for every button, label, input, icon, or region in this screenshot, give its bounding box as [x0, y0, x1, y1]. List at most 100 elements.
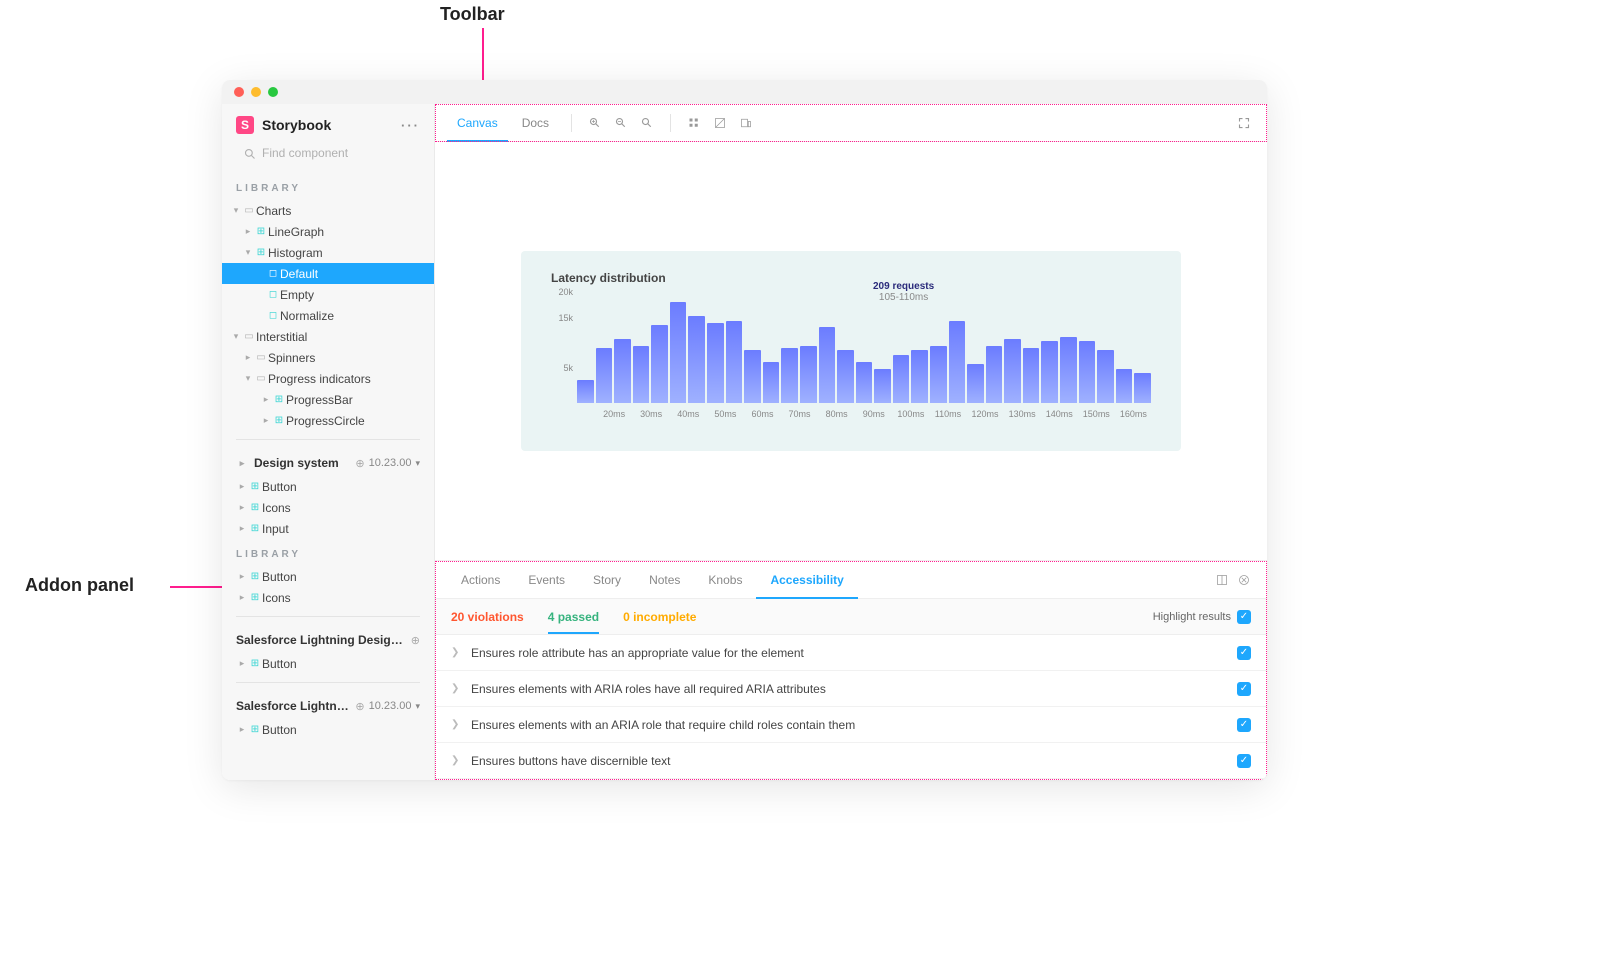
- tree-label: Spinners: [268, 351, 426, 365]
- zoom-reset-icon[interactable]: [636, 116, 658, 130]
- bookmark-icon: ◻: [266, 310, 280, 321]
- folder-icon: ▭: [254, 352, 268, 363]
- tree-label: Normalize: [280, 309, 426, 323]
- component-icon: ⊞: [248, 523, 262, 534]
- caret-icon: ▸: [242, 352, 254, 363]
- tree-folder-charts[interactable]: ▾ ▭ Charts: [222, 200, 434, 221]
- window-maximize-button[interactable]: [268, 87, 278, 97]
- addon-tab-knobs[interactable]: Knobs: [694, 561, 756, 599]
- fullscreen-icon[interactable]: [1233, 116, 1255, 130]
- tree-label: Interstitial: [256, 330, 426, 344]
- tab-canvas[interactable]: Canvas: [447, 104, 508, 142]
- globe-icon: ⊕: [411, 634, 420, 647]
- chart-bar: [744, 350, 761, 403]
- caret-icon: ▾: [242, 247, 254, 258]
- a11y-rule-row[interactable]: ❯Ensures buttons have discernible text✓: [435, 743, 1267, 779]
- component-icon: ⊞: [254, 247, 268, 258]
- chevron-right-icon: ❯: [451, 683, 461, 694]
- a11y-rule-checkbox[interactable]: ✓: [1237, 682, 1251, 696]
- a11y-passed-tab[interactable]: 4 passed: [548, 610, 599, 632]
- group-version: 10.23.00: [369, 700, 412, 712]
- x-tick: 40ms: [671, 409, 706, 419]
- tree-component-icons[interactable]: ▸⊞Icons: [222, 587, 434, 608]
- tree-component-progressbar[interactable]: ▸ ⊞ ProgressBar: [222, 389, 434, 410]
- storybook-logo: S: [236, 116, 254, 134]
- window-titlebar: [222, 80, 1267, 104]
- a11y-rule-checkbox[interactable]: ✓: [1237, 718, 1251, 732]
- x-tick: 110ms: [930, 409, 965, 419]
- tree-component-button[interactable]: ▸⊞Button: [222, 719, 434, 740]
- addon-tab-story[interactable]: Story: [579, 561, 635, 599]
- tree-label: LineGraph: [268, 225, 426, 239]
- highlight-results-checkbox[interactable]: ✓: [1237, 610, 1251, 624]
- tree-story-empty[interactable]: ◻ Empty: [222, 284, 434, 305]
- x-tick: 160ms: [1116, 409, 1151, 419]
- search-input[interactable]: [262, 146, 412, 160]
- tree-folder-progress-indicators[interactable]: ▾ ▭ Progress indicators: [222, 368, 434, 389]
- a11y-rule-row[interactable]: ❯Ensures elements with ARIA roles have a…: [435, 671, 1267, 707]
- addon-tab-notes[interactable]: Notes: [635, 561, 694, 599]
- a11y-violations-tab[interactable]: 20 violations: [451, 610, 524, 624]
- chart-bar: [577, 380, 594, 403]
- chart-bar: [893, 355, 910, 403]
- panel-orientation-icon[interactable]: [1211, 573, 1233, 587]
- chart-bar: [874, 369, 891, 403]
- tree-label: Progress indicators: [268, 372, 426, 386]
- chart-bar: [1116, 369, 1133, 403]
- tree-component-histogram[interactable]: ▾ ⊞ Histogram: [222, 242, 434, 263]
- tab-docs[interactable]: Docs: [512, 104, 559, 142]
- chart-bar: [911, 350, 928, 403]
- toolbar: Canvas Docs: [435, 104, 1267, 142]
- viewport-icon[interactable]: [735, 116, 757, 130]
- folder-icon: ▭: [242, 331, 256, 342]
- sidebar-scroll[interactable]: LIBRARY ▾ ▭ Charts ▸ ⊞ LineGraph ▾ ⊞: [222, 173, 434, 780]
- tree-component-button[interactable]: ▸⊞Button: [222, 566, 434, 587]
- addon-tab-actions[interactable]: Actions: [447, 561, 514, 599]
- chart-bar: [819, 327, 836, 403]
- tree-folder-spinners[interactable]: ▸ ▭ Spinners: [222, 347, 434, 368]
- chevron-down-icon: ▾: [415, 458, 420, 469]
- sidebar: S Storybook ··· LIBRARY ▾ ▭: [222, 104, 435, 780]
- background-icon[interactable]: [709, 116, 731, 130]
- tree-component-progresscircle[interactable]: ▸ ⊞ ProgressCircle: [222, 410, 434, 431]
- a11y-rule-checkbox[interactable]: ✓: [1237, 646, 1251, 660]
- group-salesforce-2[interactable]: Salesforce Lightni... ⊕ 10.23.00 ▾: [222, 691, 434, 719]
- chart-bar: [1004, 339, 1021, 403]
- close-panel-icon[interactable]: [1233, 573, 1255, 587]
- chart-annotation-requests: 209 requests: [873, 281, 934, 292]
- a11y-rule-checkbox[interactable]: ✓: [1237, 754, 1251, 768]
- window-close-button[interactable]: [234, 87, 244, 97]
- tree-component-icons[interactable]: ▸⊞Icons: [222, 497, 434, 518]
- search-icon: [244, 145, 256, 160]
- a11y-incomplete-tab[interactable]: 0 incomplete: [623, 610, 696, 624]
- tree-story-normalize[interactable]: ◻ Normalize: [222, 305, 434, 326]
- addon-tab-accessibility[interactable]: Accessibility: [756, 561, 857, 599]
- group-design-system[interactable]: ▸ Design system ⊕ 10.23.00 ▾: [222, 448, 434, 476]
- a11y-rule-row[interactable]: ❯Ensures elements with an ARIA role that…: [435, 707, 1267, 743]
- tree-folder-interstitial[interactable]: ▾ ▭ Interstitial: [222, 326, 434, 347]
- caret-icon: ▾: [242, 373, 254, 384]
- chart-bars: [577, 293, 1151, 403]
- caret-icon: ▸: [260, 394, 272, 405]
- sidebar-more-button[interactable]: ···: [401, 118, 420, 133]
- search-input-wrap[interactable]: [236, 142, 420, 163]
- a11y-rule-row[interactable]: ❯Ensures role attribute has an appropria…: [435, 635, 1267, 671]
- addon-tab-events[interactable]: Events: [514, 561, 579, 599]
- zoom-out-icon[interactable]: [610, 116, 632, 130]
- zoom-in-icon[interactable]: [584, 116, 606, 130]
- group-salesforce-1[interactable]: Salesforce Lightning Design S... ⊕: [222, 625, 434, 653]
- addon-tabs: Actions Events Story Notes Knobs Accessi…: [435, 561, 1267, 599]
- tree-label: ProgressBar: [286, 393, 426, 407]
- tree-label: Button: [262, 570, 426, 584]
- tree-label: Input: [262, 522, 426, 536]
- tree-component-linegraph[interactable]: ▸ ⊞ LineGraph: [222, 221, 434, 242]
- tree-component-input[interactable]: ▸⊞Input: [222, 518, 434, 539]
- chart-bar: [596, 348, 613, 403]
- window-minimize-button[interactable]: [251, 87, 261, 97]
- tree-story-default[interactable]: ◻ Default: [222, 263, 434, 284]
- tree-component-button[interactable]: ▸⊞Button: [222, 476, 434, 497]
- tree-component-button[interactable]: ▸⊞Button: [222, 653, 434, 674]
- grid-icon[interactable]: [683, 116, 705, 130]
- component-icon: ⊞: [248, 724, 262, 735]
- x-tick: 140ms: [1042, 409, 1077, 419]
